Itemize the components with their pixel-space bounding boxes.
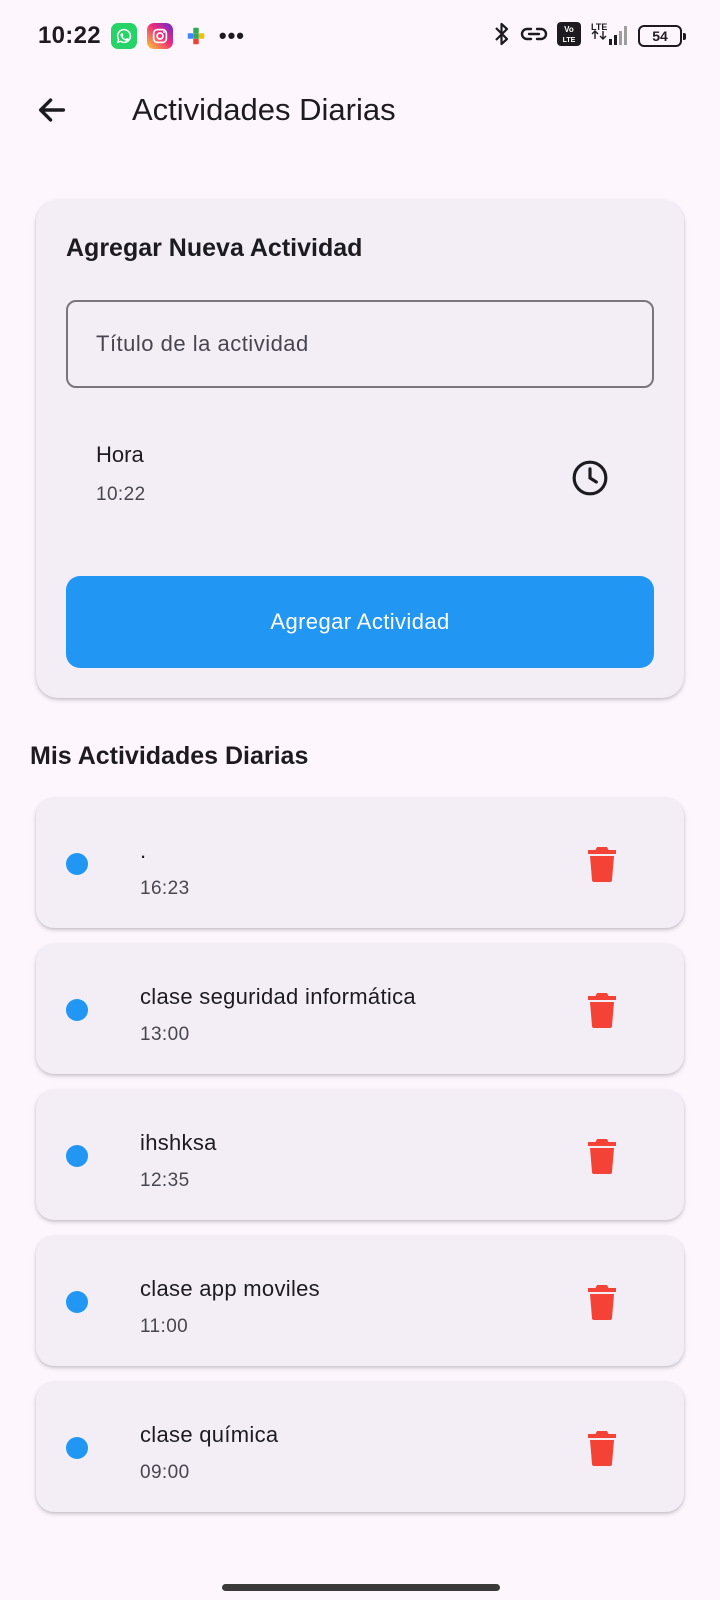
trash-icon	[588, 1285, 616, 1320]
instagram-icon	[146, 23, 173, 49]
battery-level: 54	[652, 28, 668, 44]
delete-button[interactable]	[580, 1426, 624, 1470]
svg-text:LTE: LTE	[591, 22, 607, 32]
bullet-dot-icon	[66, 1291, 88, 1313]
trash-icon	[588, 993, 616, 1028]
puzzle-app-icon	[183, 23, 209, 49]
status-time: 10:22	[38, 22, 101, 49]
back-button[interactable]	[30, 90, 74, 134]
activity-title: ihshksa	[140, 1130, 217, 1155]
activity-title: .	[140, 838, 147, 863]
svg-text:LTE: LTE	[563, 37, 576, 44]
activity-time: 16:23	[140, 878, 190, 899]
add-activity-card: Agregar Nueva Actividad Hora 10:22 Agreg…	[36, 200, 684, 698]
list-item[interactable]: clase app moviles 11:00	[36, 1236, 684, 1366]
home-indicator[interactable]	[222, 1584, 500, 1591]
app-bar: Actividades Diarias	[0, 72, 720, 152]
activity-time: 11:00	[140, 1316, 189, 1337]
delete-button[interactable]	[580, 842, 624, 886]
delete-button[interactable]	[580, 1134, 624, 1178]
trash-icon	[588, 1431, 616, 1466]
bullet-dot-icon	[66, 999, 88, 1021]
delete-button[interactable]	[580, 1280, 624, 1324]
whatsapp-icon	[110, 23, 137, 49]
lte-signal-icon: LTE	[590, 21, 630, 52]
activity-title-input[interactable]	[66, 300, 654, 388]
page-title: Actividades Diarias	[132, 92, 396, 127]
list-item[interactable]: . 16:23	[36, 798, 684, 928]
arrow-back-icon	[35, 93, 69, 132]
activity-list: . 16:23 clase seguridad informática 13:0…	[36, 798, 684, 1528]
activity-title: clase química	[140, 1422, 279, 1447]
volte-icon: Vo LTE	[556, 21, 582, 52]
list-item[interactable]: clase seguridad informática 13:00	[36, 944, 684, 1074]
bullet-dot-icon	[66, 1437, 88, 1459]
clock-icon[interactable]	[570, 458, 610, 498]
trash-icon	[588, 1139, 616, 1174]
time-label: Hora	[96, 442, 144, 467]
list-heading: Mis Actividades Diarias	[30, 742, 309, 770]
more-icon: •••	[218, 23, 245, 48]
time-value: 10:22	[96, 484, 146, 505]
bluetooth-icon	[492, 21, 512, 52]
status-bar: 10:22 ••• Vo LTE LTE 54	[0, 0, 720, 72]
svg-text:Vo: Vo	[564, 25, 574, 34]
bullet-dot-icon	[66, 1145, 88, 1167]
add-activity-button[interactable]: Agregar Actividad	[66, 576, 654, 668]
activity-title: clase seguridad informática	[140, 984, 416, 1009]
bullet-dot-icon	[66, 853, 88, 875]
link-icon	[520, 23, 548, 50]
form-heading: Agregar Nueva Actividad	[66, 234, 363, 262]
battery-icon: 54	[638, 25, 686, 47]
activity-time: 13:00	[140, 1024, 190, 1045]
activity-time: 09:00	[140, 1462, 190, 1483]
time-picker-row[interactable]: Hora 10:22	[66, 428, 654, 528]
list-item[interactable]: ihshksa 12:35	[36, 1090, 684, 1220]
delete-button[interactable]	[580, 988, 624, 1032]
activity-title: clase app moviles	[140, 1276, 320, 1301]
list-item[interactable]: clase química 09:00	[36, 1382, 684, 1512]
status-left: 10:22 •••	[38, 22, 245, 50]
activity-time: 12:35	[140, 1170, 190, 1191]
status-right: Vo LTE LTE 54	[492, 21, 686, 52]
trash-icon	[588, 847, 616, 882]
